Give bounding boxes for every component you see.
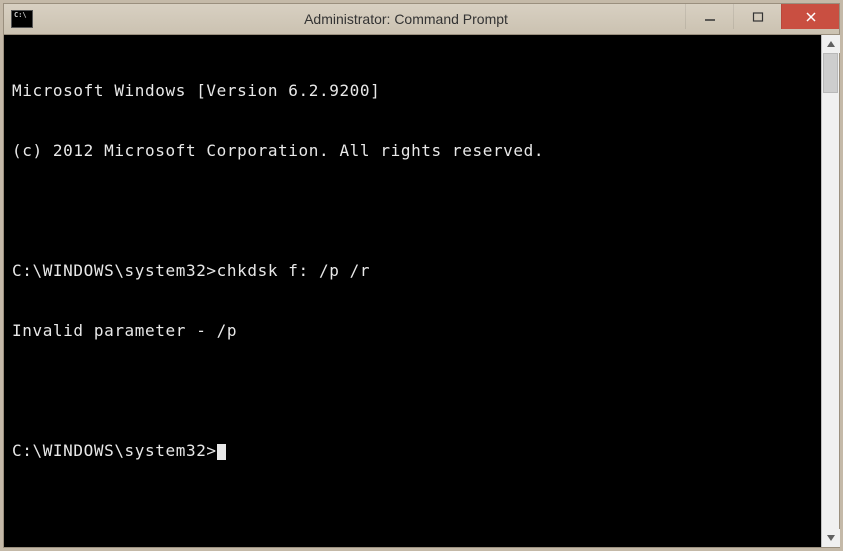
terminal-line: Microsoft Windows [Version 6.2.9200] (12, 81, 813, 101)
content-area: Microsoft Windows [Version 6.2.9200] (c)… (4, 35, 839, 547)
minimize-button[interactable] (685, 4, 733, 29)
scroll-up-button[interactable] (822, 35, 840, 53)
terminal-line: (c) 2012 Microsoft Corporation. All righ… (12, 141, 813, 161)
terminal-line (12, 381, 813, 401)
terminal-line: Invalid parameter - /p (12, 321, 813, 341)
titlebar[interactable]: C:\ Administrator: Command Prompt (4, 4, 839, 35)
command-prompt-window: C:\ Administrator: Command Prompt Micros… (3, 3, 840, 548)
close-button[interactable] (781, 4, 839, 29)
app-icon[interactable]: C:\ (11, 10, 33, 28)
window-controls (685, 4, 839, 29)
terminal-line (12, 201, 813, 221)
terminal-prompt-line: C:\WINDOWS\system32> (12, 441, 813, 461)
vertical-scrollbar[interactable] (821, 35, 839, 547)
terminal-prompt: C:\WINDOWS\system32> (12, 441, 217, 460)
maximize-button[interactable] (733, 4, 781, 29)
app-icon-text: C:\ (14, 12, 27, 19)
scroll-thumb[interactable] (823, 53, 838, 93)
terminal-line: C:\WINDOWS\system32>chkdsk f: /p /r (12, 261, 813, 281)
terminal-output[interactable]: Microsoft Windows [Version 6.2.9200] (c)… (4, 35, 821, 547)
cursor (217, 444, 226, 460)
scroll-down-button[interactable] (822, 529, 840, 547)
